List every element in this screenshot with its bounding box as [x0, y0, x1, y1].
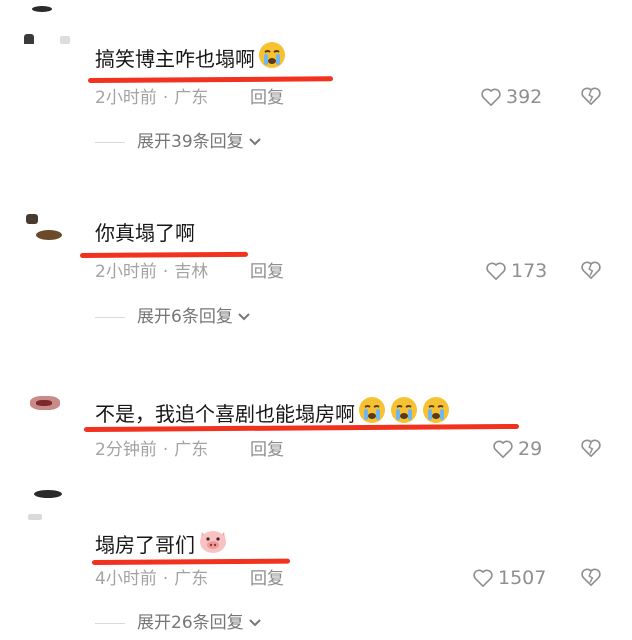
comment-time: 2小时前 — [95, 262, 157, 282]
broken-heart-icon — [580, 567, 602, 587]
comment-body: 塌房了哥们 — [95, 533, 195, 557]
reply-button[interactable]: 回复 — [250, 87, 284, 109]
dislike-button[interactable] — [580, 438, 602, 460]
dislike-button[interactable] — [580, 86, 602, 108]
comment-meta: 2分钟前 · 广东 — [95, 439, 208, 461]
broken-heart-icon — [580, 438, 602, 458]
comment-text: 你真塌了啊 — [95, 220, 195, 246]
divider — [95, 622, 125, 624]
crying-face-icon — [257, 40, 287, 76]
comment-meta: 2小时前 · 吉林 — [95, 261, 208, 283]
expand-replies-button[interactable]: 展开39条回复 — [95, 131, 262, 153]
comment-body: 搞笑博主咋也塌啊 — [95, 47, 255, 71]
dislike-button[interactable] — [580, 260, 602, 282]
heart-icon — [485, 261, 507, 281]
chevron-down-icon — [248, 131, 262, 153]
expand-replies-label: 展开39条回复 — [137, 132, 244, 152]
like-count: 29 — [518, 438, 543, 460]
comment-location: 广东 — [174, 569, 209, 589]
expand-replies-button[interactable]: 展开26条回复 — [95, 612, 262, 634]
chevron-down-icon — [237, 306, 251, 328]
avatar[interactable] — [20, 378, 80, 418]
highlight-underline — [79, 251, 249, 258]
divider — [95, 141, 125, 143]
comment-location: 广东 — [174, 440, 209, 460]
meta-separator: · — [162, 262, 169, 282]
reply-button[interactable]: 回复 — [250, 439, 284, 461]
comment-body: 不是，我追个喜剧也能塌房啊 — [95, 402, 355, 426]
comment-location: 吉林 — [174, 262, 209, 282]
comment-time: 2分钟前 — [95, 440, 157, 460]
highlight-underline — [91, 558, 291, 565]
broken-heart-icon — [580, 86, 602, 106]
comment-time: 2小时前 — [95, 88, 157, 108]
heart-icon — [480, 87, 502, 107]
like-button[interactable]: 29 — [492, 438, 542, 460]
avatar[interactable] — [20, 210, 80, 250]
broken-heart-icon — [580, 260, 602, 280]
meta-separator: · — [162, 569, 169, 589]
reply-button[interactable]: 回复 — [250, 568, 284, 590]
reply-button[interactable]: 回复 — [250, 261, 284, 283]
avatar[interactable] — [20, 490, 80, 530]
like-button[interactable]: 173 — [485, 260, 547, 282]
comment-text: 塌房了哥们 — [95, 526, 229, 562]
avatar[interactable] — [20, 4, 80, 44]
like-count: 1507 — [498, 567, 547, 589]
comment-meta: 2小时前 · 广东 — [95, 87, 208, 109]
like-button[interactable]: 1507 — [472, 567, 546, 589]
comment-text: 搞笑博主咋也塌啊 — [95, 40, 287, 76]
expand-replies-button[interactable]: 展开6条回复 — [95, 306, 251, 328]
dislike-button[interactable] — [580, 567, 602, 589]
heart-icon — [472, 568, 494, 588]
expand-replies-label: 展开26条回复 — [137, 613, 244, 633]
pig-face-icon — [197, 526, 229, 562]
like-count: 392 — [506, 86, 543, 108]
comment-time: 4小时前 — [95, 569, 157, 589]
expand-replies-label: 展开6条回复 — [137, 307, 233, 327]
divider — [95, 316, 125, 318]
meta-separator: · — [162, 88, 169, 108]
like-count: 173 — [511, 260, 548, 282]
meta-separator: · — [162, 440, 169, 460]
comment-location: 广东 — [174, 88, 209, 108]
heart-icon — [492, 439, 514, 459]
comment-body: 你真塌了啊 — [95, 221, 195, 245]
comment-meta: 4小时前 · 广东 — [95, 568, 208, 590]
like-button[interactable]: 392 — [480, 86, 542, 108]
chevron-down-icon — [248, 612, 262, 634]
highlight-underline — [87, 76, 334, 83]
